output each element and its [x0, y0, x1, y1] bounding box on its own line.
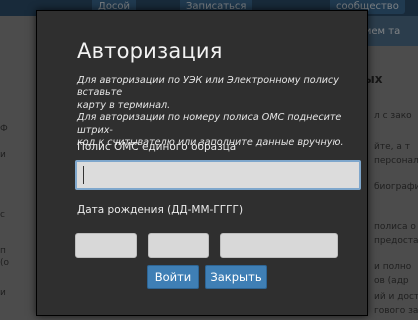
login-button[interactable]: Войти	[147, 265, 199, 289]
policy-number-label: Полис ОМС единого образца	[77, 141, 237, 153]
policy-number-input[interactable]	[75, 160, 361, 190]
instruction-line: карту в терминал.	[77, 99, 171, 111]
text-cursor	[83, 166, 84, 184]
dialog-instructions: Для авторизации по УЭК или Электронному …	[77, 75, 377, 149]
birth-year-input[interactable]	[220, 233, 338, 258]
birth-month-input[interactable]	[148, 233, 209, 258]
instruction-line: Для авторизации по УЭК или Электронному …	[77, 75, 339, 99]
close-button[interactable]: Закрыть	[205, 265, 267, 289]
birth-day-input[interactable]	[75, 233, 137, 258]
birth-date-label: Дата рождения (ДД-ММ-ГГГГ)	[77, 204, 244, 216]
instruction-line: Для авторизации по номеру полиса ОМС под…	[77, 112, 342, 136]
dialog-title: Авторизация	[77, 39, 223, 63]
authorization-dialog: Авторизация Для авторизации по УЭК или Э…	[36, 10, 368, 316]
